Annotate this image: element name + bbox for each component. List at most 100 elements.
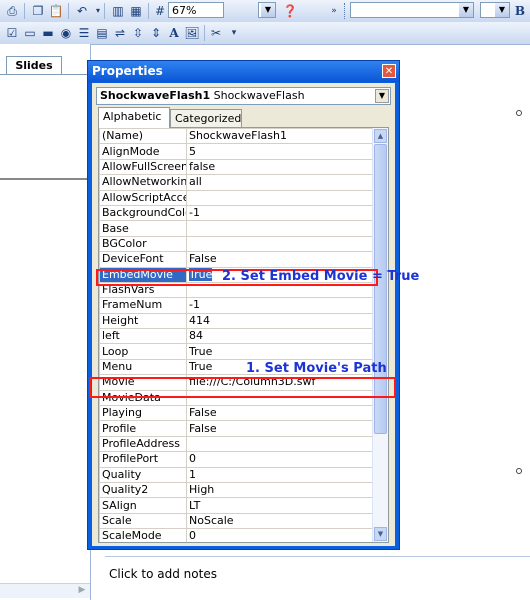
properties-title-bar[interactable]: Properties bbox=[88, 61, 399, 82]
property-row[interactable]: BGColor bbox=[99, 235, 374, 253]
property-value[interactable]: NoScale bbox=[186, 512, 374, 530]
property-name[interactable]: left bbox=[99, 328, 187, 345]
property-name[interactable]: Playing bbox=[99, 405, 187, 422]
property-name[interactable]: ScaleMode bbox=[99, 528, 187, 542]
property-row[interactable]: Scale NoScale bbox=[99, 512, 374, 530]
button-control-icon[interactable]: ▬ bbox=[40, 25, 56, 41]
zoom-select[interactable]: 67% bbox=[168, 2, 224, 18]
property-value[interactable] bbox=[186, 435, 374, 453]
tab-alphabetic[interactable]: Alphabetic bbox=[98, 107, 170, 128]
scrollbar-control-icon[interactable]: ⇕ bbox=[148, 25, 164, 41]
property-row[interactable]: ScaleMode 0 bbox=[99, 528, 374, 542]
tab-categorized[interactable]: Categorized bbox=[170, 109, 242, 127]
close-icon[interactable]: ✕ bbox=[382, 64, 396, 78]
undo-icon[interactable]: ↶ bbox=[74, 3, 90, 19]
property-value[interactable]: False bbox=[186, 405, 374, 422]
property-row[interactable]: Quality 1 bbox=[99, 466, 374, 483]
property-value[interactable] bbox=[186, 189, 374, 206]
label-control-icon[interactable]: A bbox=[166, 25, 182, 41]
property-value[interactable]: 0 bbox=[186, 528, 374, 542]
property-row[interactable]: AllowNetworking all bbox=[99, 174, 374, 191]
zoom-dropdown[interactable]: ▼ bbox=[258, 2, 276, 18]
property-name[interactable]: AlignMode bbox=[99, 143, 187, 160]
property-value[interactable]: False bbox=[186, 420, 374, 437]
property-row[interactable]: ProfilePort 0 bbox=[99, 451, 374, 468]
checkbox-control-icon[interactable]: ☑ bbox=[4, 25, 20, 41]
property-name[interactable]: AllowFullScreen bbox=[99, 158, 187, 176]
textbox-control-icon[interactable]: ▭ bbox=[22, 25, 38, 41]
insert-table-icon[interactable]: ▦ bbox=[128, 3, 144, 19]
property-name[interactable]: Quality2 bbox=[99, 481, 187, 499]
property-row[interactable]: FrameNum -1 bbox=[99, 297, 374, 314]
property-value[interactable]: all bbox=[186, 174, 374, 191]
property-value[interactable]: 84 bbox=[186, 328, 374, 345]
property-value[interactable] bbox=[186, 220, 374, 237]
property-name[interactable]: DeviceFont bbox=[99, 251, 187, 268]
property-row[interactable]: Quality2 High bbox=[99, 481, 374, 499]
property-row[interactable]: ProfileAddress bbox=[99, 435, 374, 453]
slides-pane-scrollbar[interactable]: ▶ bbox=[0, 583, 90, 598]
property-name[interactable]: ProfilePort bbox=[99, 451, 187, 468]
property-row[interactable]: Loop True bbox=[99, 343, 374, 360]
property-value[interactable]: 1 bbox=[186, 466, 374, 483]
property-value[interactable] bbox=[186, 235, 374, 253]
property-value[interactable]: LT bbox=[186, 497, 374, 514]
property-value[interactable]: 0 bbox=[186, 451, 374, 468]
property-name[interactable]: ProfileAddress bbox=[99, 435, 187, 453]
property-name[interactable]: AllowNetworking bbox=[99, 174, 187, 191]
combobox-control-icon[interactable]: ▤ bbox=[94, 25, 110, 41]
scroll-down-icon[interactable]: ▼ bbox=[374, 527, 387, 541]
property-value[interactable]: ShockwaveFlash1 bbox=[186, 128, 374, 145]
property-value[interactable]: 414 bbox=[186, 312, 374, 330]
scroll-up-icon[interactable]: ▲ bbox=[374, 129, 387, 143]
selection-handle[interactable] bbox=[516, 468, 522, 474]
property-row[interactable]: (Name) ShockwaveFlash1 bbox=[99, 128, 374, 145]
chevron-right-icon[interactable]: ▶ bbox=[76, 585, 88, 597]
property-value[interactable]: false bbox=[186, 158, 374, 176]
property-name[interactable]: Height bbox=[99, 312, 187, 330]
property-row[interactable]: SAlign LT bbox=[99, 497, 374, 514]
property-value[interactable]: 5 bbox=[186, 143, 374, 160]
property-row[interactable]: AllowFullScreen false bbox=[99, 158, 374, 176]
copy-icon[interactable]: ❐ bbox=[30, 3, 46, 19]
property-name[interactable]: Menu bbox=[99, 358, 187, 376]
property-row[interactable]: AlignMode 5 bbox=[99, 143, 374, 160]
property-value[interactable]: -1 bbox=[186, 204, 374, 222]
property-name[interactable]: Loop bbox=[99, 343, 187, 360]
help-icon[interactable]: ❓ bbox=[282, 3, 298, 19]
insert-chart-icon[interactable]: ▥ bbox=[110, 3, 126, 19]
image-control-icon[interactable]: 🖼 bbox=[184, 25, 200, 41]
toggle-button-icon[interactable]: ⇌ bbox=[112, 25, 128, 41]
bold-button[interactable]: B bbox=[512, 3, 528, 19]
property-row[interactable]: Playing False bbox=[99, 405, 374, 422]
print-icon[interactable]: ⎙ bbox=[4, 3, 20, 19]
property-row[interactable]: Base bbox=[99, 220, 374, 237]
slide-canvas[interactable] bbox=[398, 66, 530, 546]
property-value[interactable]: -1 bbox=[186, 297, 374, 314]
notes-pane[interactable]: Click to add notes bbox=[105, 556, 530, 596]
property-name[interactable]: Scale bbox=[99, 512, 187, 530]
listbox-control-icon[interactable]: ☰ bbox=[76, 25, 92, 41]
property-name[interactable]: FrameNum bbox=[99, 297, 187, 314]
property-row[interactable]: AllowScriptAccess bbox=[99, 189, 374, 206]
property-row[interactable]: BackgroundColor-1 bbox=[99, 204, 374, 222]
selection-handle[interactable] bbox=[516, 110, 522, 116]
property-name[interactable]: BackgroundColor bbox=[99, 204, 187, 222]
spin-button-icon[interactable]: ⇳ bbox=[130, 25, 146, 41]
property-row[interactable]: Height 414 bbox=[99, 312, 374, 330]
property-name[interactable]: Profile bbox=[99, 420, 187, 437]
property-grid-scrollbar[interactable]: ▲ ▼ bbox=[372, 128, 388, 542]
property-row[interactable]: DeviceFont False bbox=[99, 251, 374, 268]
option-button-icon[interactable]: ◉ bbox=[58, 25, 74, 41]
tab-slides[interactable]: Slides bbox=[6, 56, 62, 75]
paste-icon[interactable]: 📋 bbox=[48, 3, 64, 19]
toolbar-options-icon[interactable]: » bbox=[326, 3, 342, 19]
property-row[interactable]: left 84 bbox=[99, 328, 374, 345]
toolbar-options-icon[interactable]: ▾ bbox=[226, 25, 242, 41]
font-name-select[interactable]: ▼ bbox=[350, 2, 474, 18]
property-name[interactable]: Quality bbox=[99, 466, 187, 483]
property-name[interactable]: SAlign bbox=[99, 497, 187, 514]
grid-icon[interactable]: # bbox=[152, 3, 168, 19]
property-value[interactable]: False bbox=[186, 251, 374, 268]
more-controls-icon[interactable]: ✂ bbox=[208, 25, 224, 41]
